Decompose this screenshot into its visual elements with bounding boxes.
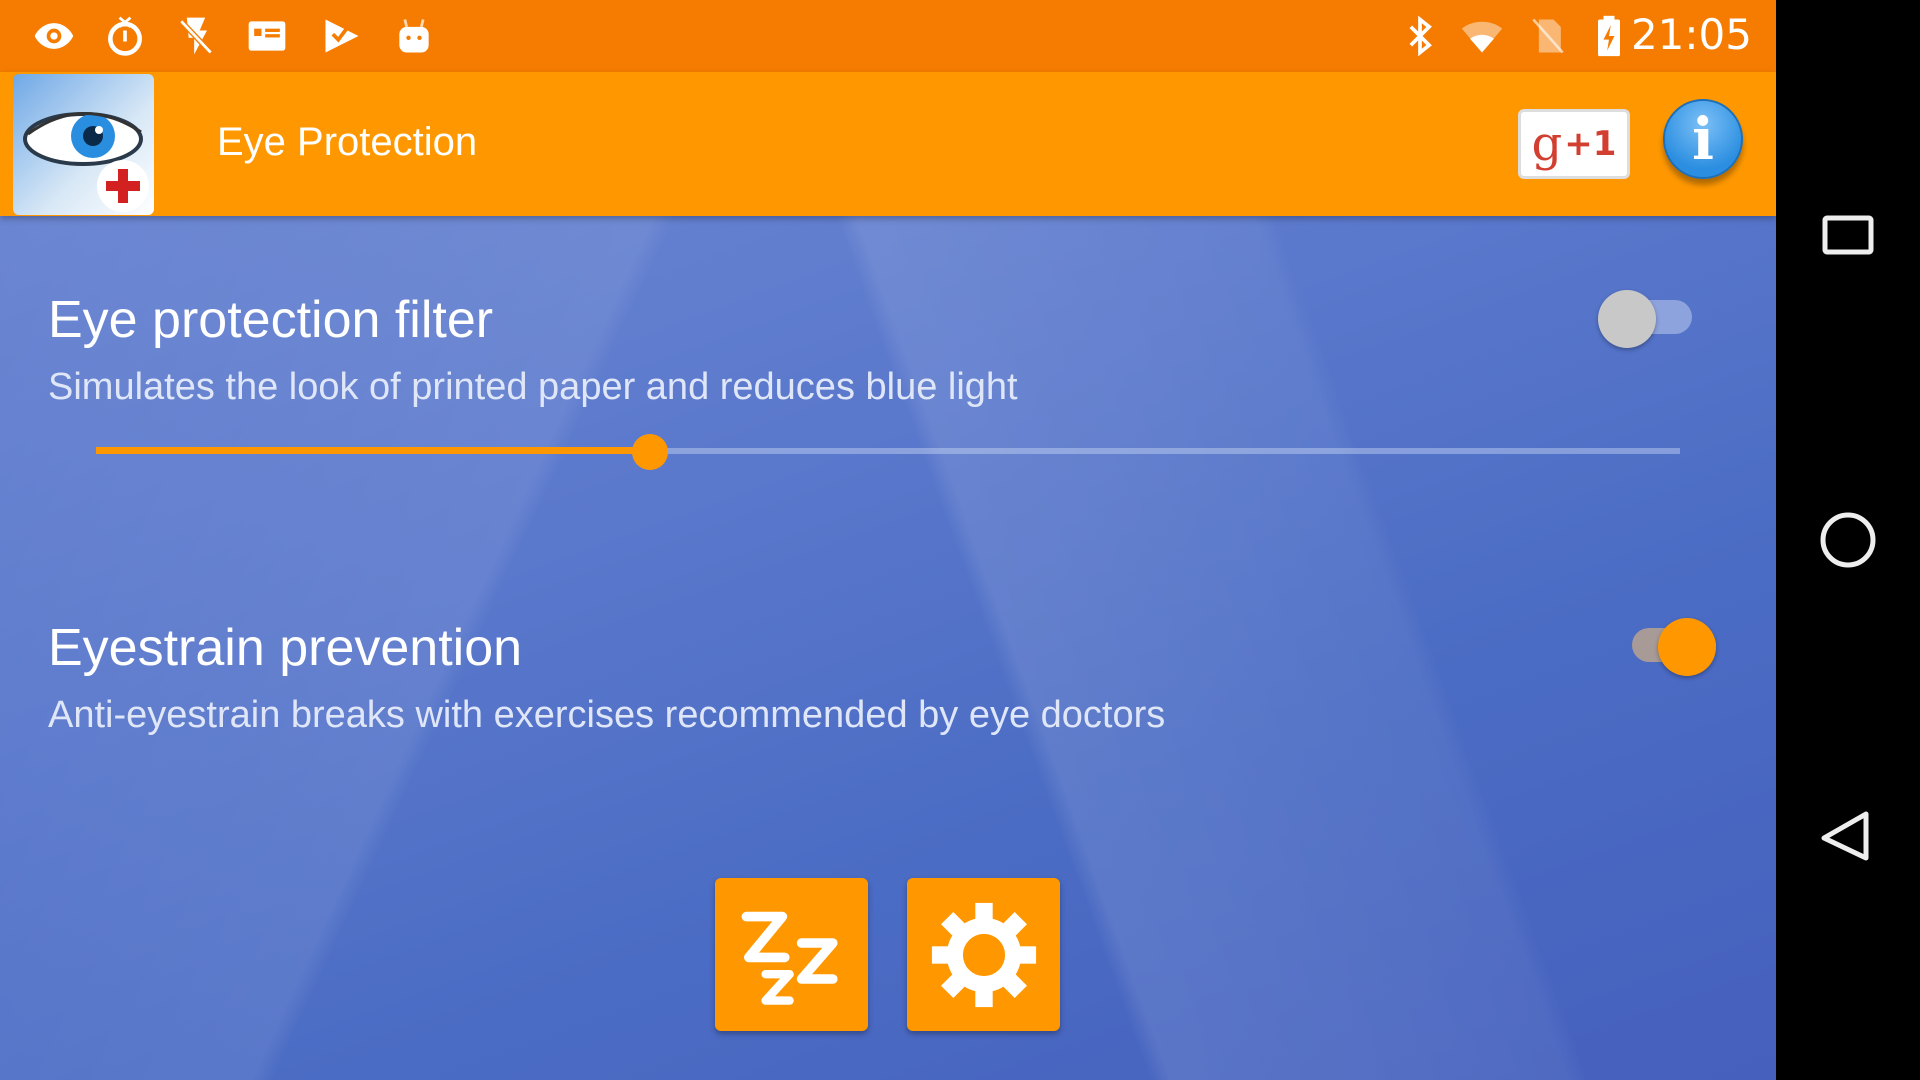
app-title: Eye Protection [217, 120, 478, 164]
plus-one-label: +1 [1564, 124, 1617, 164]
eyestrain-title: Eyestrain prevention [48, 619, 523, 677]
sleep-button[interactable] [715, 878, 868, 1031]
google-plus-icon: g [1531, 116, 1563, 172]
check-flag-icon [320, 14, 364, 58]
screen: 21:05 Eye Protection g +1 i Eye protectio… [0, 0, 1776, 1080]
filter-intensity-slider[interactable] [96, 432, 1680, 472]
wifi-icon [1460, 14, 1504, 58]
app-bar: Eye Protection g +1 i [0, 72, 1776, 216]
eye-filter-title: Eye protection filter [48, 291, 494, 349]
news-card-icon [245, 14, 289, 58]
stopwatch-icon [103, 14, 147, 58]
back-button[interactable] [1812, 804, 1884, 876]
settings-button[interactable] [907, 878, 1060, 1031]
navigation-bar [1776, 0, 1920, 1080]
clock: 21:05 [1630, 10, 1752, 59]
google-plus-one-button[interactable]: g +1 [1518, 109, 1630, 179]
home-button[interactable] [1812, 504, 1884, 576]
main-content: Eye protection filter Simulates the look… [0, 216, 1776, 1080]
recents-icon [1822, 215, 1874, 255]
bluetooth-icon [1398, 14, 1442, 58]
eye-icon [32, 14, 76, 58]
recents-button[interactable] [1812, 204, 1884, 276]
eyestrain-toggle[interactable] [1622, 618, 1722, 676]
toggle-thumb [1598, 290, 1656, 348]
battery-charging-icon [1587, 14, 1631, 58]
gear-icon [931, 902, 1036, 1007]
eye-filter-subtitle: Simulates the look of printed paper and … [48, 366, 1018, 408]
info-icon: i [1691, 105, 1715, 173]
flash-off-icon [174, 14, 218, 58]
no-sim-icon [1526, 14, 1570, 58]
slider-thumb[interactable] [632, 434, 669, 470]
app-logo-icon [13, 74, 154, 215]
android-icon [392, 14, 436, 58]
eyestrain-subtitle: Anti-eyestrain breaks with exercises rec… [48, 694, 1166, 736]
info-button[interactable]: i [1663, 99, 1743, 179]
slider-fill [96, 447, 651, 454]
eye-filter-toggle[interactable] [1598, 290, 1698, 348]
back-icon [1821, 811, 1869, 861]
toggle-thumb [1658, 618, 1716, 676]
home-icon [1820, 512, 1876, 568]
status-bar: 21:05 [0, 0, 1776, 72]
zzz-icon [741, 911, 838, 1005]
